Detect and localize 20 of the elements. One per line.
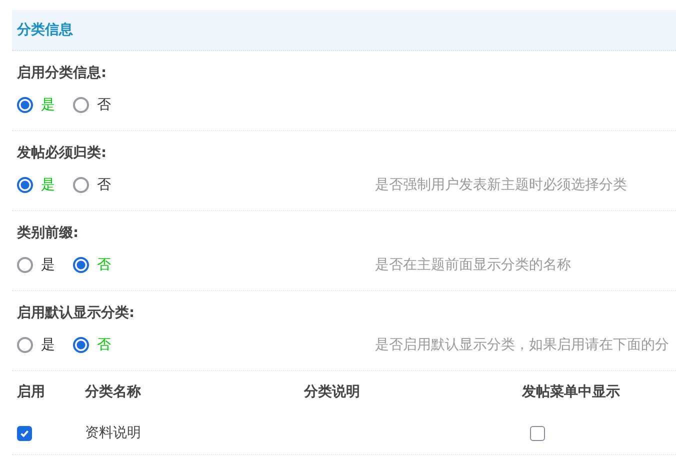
radio-option[interactable]: 否 (73, 96, 111, 114)
column-header: 分类名称 (85, 383, 142, 401)
column-header: 启用 (17, 383, 46, 401)
check-icon (19, 428, 30, 438)
radio-option[interactable]: 是 (17, 336, 55, 354)
column-header: 分类说明 (304, 383, 361, 401)
setting-label: 启用默认显示分类: (17, 304, 136, 323)
setting-label: 启用分类信息: (17, 64, 108, 83)
setting-description: 是否在主题前面显示分类的名称 (375, 256, 571, 274)
setting-description: 是否强制用户发表新主题时必须选择分类 (375, 176, 627, 194)
column-header: 发帖菜单中显示 (522, 383, 621, 401)
radio-option[interactable]: 否 (73, 176, 111, 194)
enable-checkbox[interactable] (17, 426, 32, 440)
table-cell-text: 资料说明 (85, 424, 142, 442)
setting-label: 类别前缀: (17, 224, 80, 243)
setting-label: 发帖必须归类: (17, 144, 108, 163)
menu-checkbox[interactable] (530, 426, 545, 440)
setting-description: 是否启用默认显示分类，如果启用请在下面的分 (375, 336, 669, 354)
section-header: 分类信息 (12, 10, 676, 51)
radio-option[interactable]: 是 (17, 256, 55, 274)
